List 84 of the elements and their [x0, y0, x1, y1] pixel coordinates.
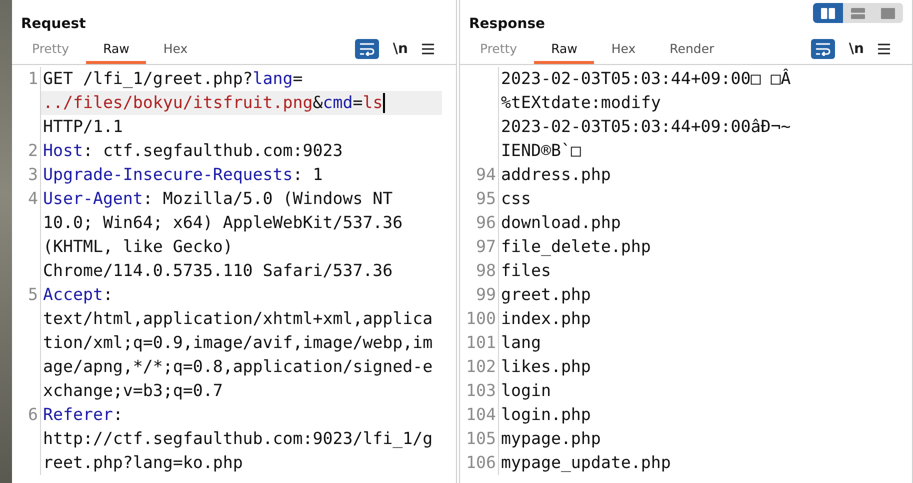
code-text: IEND®B`□	[501, 140, 581, 162]
line-number: 2	[28, 141, 38, 160]
view-tab[interactable]: Pretty	[15, 35, 86, 64]
line-number: 104	[466, 405, 496, 424]
header-name: Upgrade-Insecure-Requests	[43, 164, 293, 186]
header-name: User-Agent	[43, 188, 143, 210]
code-text: xchange;v=b3;q=0.7	[43, 380, 223, 402]
code-text: lang	[501, 332, 541, 354]
menu-icon[interactable]	[878, 43, 890, 55]
code-text: =	[352, 92, 363, 114]
line-number: 95	[476, 189, 496, 208]
code-text: tion/xml;q=0.9,image/avif,image/webp,im	[43, 332, 433, 354]
code-text: mypage_update.php	[501, 452, 671, 474]
header-name: Referer	[43, 404, 113, 426]
code-text: =	[292, 68, 303, 90]
split-columns-button[interactable]	[813, 3, 843, 23]
text-cursor	[382, 93, 385, 113]
wrap-lines-icon[interactable]	[810, 39, 835, 59]
header-name: lang	[252, 68, 293, 90]
line-number: 97	[476, 237, 496, 256]
wrap-lines-icon[interactable]	[354, 39, 379, 59]
panel-title: Response	[469, 16, 546, 34]
line-number: 94	[476, 165, 496, 184]
newline-toggle[interactable]: \n	[392, 41, 408, 57]
line-number: 105	[466, 429, 496, 448]
code-text: 2023-02-03T05:03:44+09:00□ □Â	[501, 68, 791, 90]
code-text: : ctf.segfaulthub.com:9023	[82, 140, 343, 162]
line-number: 106	[466, 453, 496, 472]
code-text: files	[501, 260, 551, 282]
line-number: 101	[466, 333, 496, 352]
code-text: text/html,application/xhtml+xml,applica	[43, 308, 433, 330]
code-text: login	[501, 380, 551, 402]
code-text: 10.0; Win64; x64) AppleWebKit/537.36	[43, 212, 403, 234]
line-number: 98	[476, 261, 496, 280]
param-value: ls	[362, 92, 383, 114]
view-tab[interactable]: Pretty	[463, 35, 534, 64]
code-text: reet.php?lang=ko.php	[43, 452, 243, 474]
code-text: %tEXtdate:modify	[501, 92, 661, 114]
line-number: 3	[28, 165, 38, 184]
view-tab[interactable]: Raw	[534, 35, 594, 64]
code-text: :	[112, 404, 123, 426]
code-text: login.php	[501, 404, 591, 426]
line-number: 5	[28, 285, 38, 304]
code-text: address.php	[501, 164, 611, 186]
line-number: 96	[476, 213, 496, 232]
header-name: Accept	[43, 284, 103, 306]
newline-toggle[interactable]: \n	[848, 41, 864, 57]
line-number: 102	[466, 357, 496, 376]
two-columns-icon	[821, 8, 835, 18]
code-text: likes.php	[501, 356, 591, 378]
code-text: : 1	[292, 164, 323, 186]
code-text: GET /lfi_1/greet.php?	[43, 68, 253, 90]
code-text: :	[102, 284, 113, 306]
code-text: mypage.php	[501, 428, 601, 450]
code-text: (KHTML, like Gecko)	[43, 236, 233, 258]
code-text: css	[501, 188, 531, 210]
code-text: : Mozilla/5.0 (Windows NT	[142, 188, 393, 210]
param-value: ../files/bokyu/itsfruit.png	[43, 92, 313, 114]
header-name: cmd	[322, 92, 353, 114]
header-name: Host	[43, 140, 83, 162]
code-text: age/apng,*/*;q=0.8,application/signed-e	[43, 356, 433, 378]
code-text: file_delete.php	[501, 236, 651, 258]
code-text: index.php	[501, 308, 591, 330]
line-number: 100	[466, 309, 496, 328]
code-text: download.php	[501, 212, 621, 234]
code-text: greet.php	[501, 284, 591, 306]
code-text: &	[312, 92, 323, 114]
menu-icon[interactable]	[422, 43, 434, 55]
view-tab[interactable]: Hex	[146, 35, 205, 64]
line-number: 6	[28, 405, 38, 424]
two-rows-icon	[851, 8, 865, 18]
view-tab[interactable]: Render	[652, 35, 732, 64]
code-text: HTTP/1.1	[43, 116, 123, 138]
line-number: 103	[466, 381, 496, 400]
single-pane-icon	[881, 8, 895, 18]
code-text: Chrome/114.0.5735.110 Safari/537.36	[43, 260, 393, 282]
line-number: 99	[476, 285, 496, 304]
view-tab[interactable]: Hex	[594, 35, 653, 64]
line-number: 1	[28, 69, 38, 88]
code-text: 2023-02-03T05:03:44+09:00âÐ¬~	[501, 116, 791, 138]
view-tab[interactable]: Raw	[86, 35, 146, 64]
code-text: http://ctf.segfaulthub.com:9023/lfi_1/g	[43, 428, 433, 450]
line-number: 4	[28, 189, 38, 208]
panel-title: Request	[21, 16, 86, 34]
